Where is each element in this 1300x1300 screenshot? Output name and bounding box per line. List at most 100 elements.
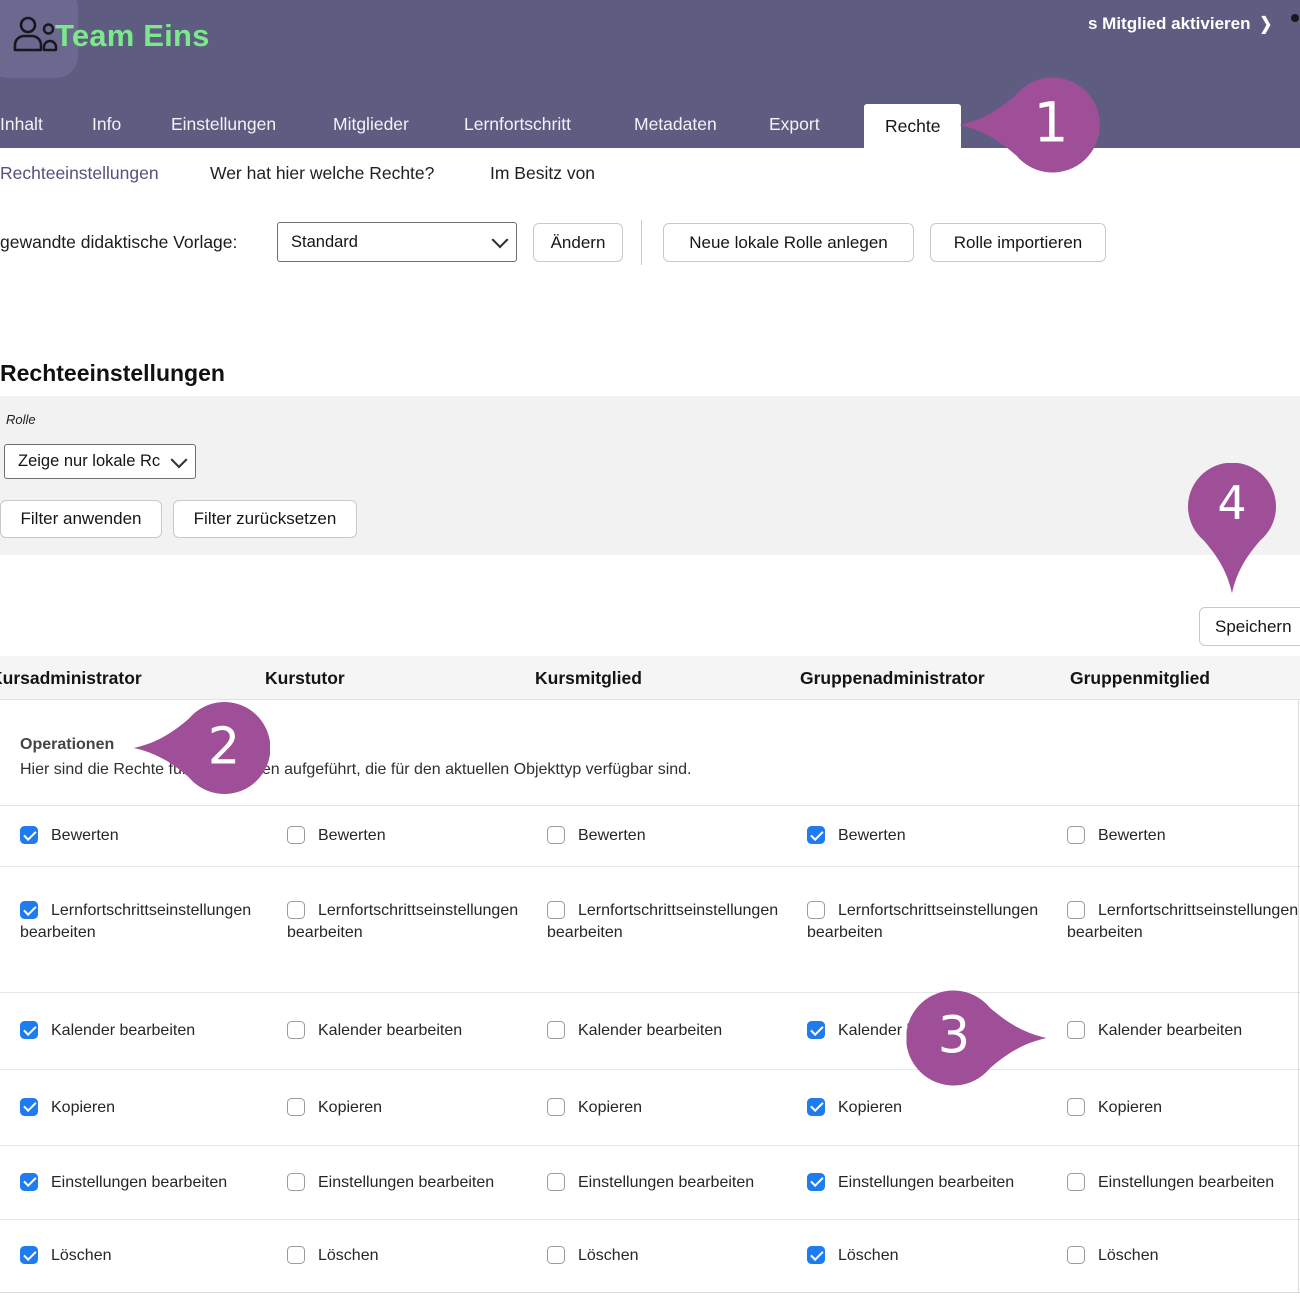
permission-checkbox[interactable] [547,1021,565,1039]
subtab-im-besitz-von[interactable]: Im Besitz von [490,148,595,195]
tab-export[interactable]: Export [769,100,820,148]
annotation-marker-4: 4 [1188,463,1276,595]
save-button[interactable]: Speichern [1199,607,1300,646]
tab-lernfortschritt[interactable]: Lernfortschritt [464,100,571,148]
permission-label: Kopieren [1098,1099,1162,1116]
filter-apply-button[interactable]: Filter anwenden [0,500,162,538]
import-role-button[interactable]: Rolle importieren [930,223,1106,262]
ellipsis-dot-icon[interactable] [1291,14,1299,22]
permission-checkbox[interactable] [807,901,825,919]
permission-label: Löschen [1098,1247,1159,1264]
permission-checkbox[interactable] [287,901,305,919]
permission-checkbox[interactable] [1067,1173,1085,1191]
permission-checkbox[interactable] [20,901,38,919]
column-header-role: Kurstutor [265,656,345,700]
permission-checkbox[interactable] [20,1246,38,1264]
role-filter-label: Rolle [6,412,36,427]
chevron-right-icon: ❯ [1260,0,1273,53]
permission-checkbox[interactable] [1067,1021,1085,1039]
permission-cell: Lernfortschrittseinstellungen bearbeiten [1067,900,1300,944]
tab-rechte[interactable]: Rechte [864,104,961,148]
permission-label: Einstellungen bearbeiten [1098,1174,1274,1191]
permission-label: Einstellungen bearbeiten [51,1174,227,1191]
subtab-wer-hat-rechte[interactable]: Wer hat hier welche Rechte? [210,148,434,195]
permission-checkbox[interactable] [547,1173,565,1191]
column-header-role: Gruppenmitglied [1070,656,1210,700]
tab-inhalt[interactable]: Inhalt [0,100,43,148]
annotation-number: 3 [938,1010,970,1061]
permission-checkbox[interactable] [20,1021,38,1039]
filter-reset-button[interactable]: Filter zurücksetzen [173,500,357,538]
app-header: Team Eins Inhalt Info Einstellungen Mitglie… [0,0,1300,148]
chevron-down-icon [171,451,188,468]
permission-checkbox[interactable] [807,1246,825,1264]
permission-cell: Einstellungen bearbeiten [1067,1172,1300,1194]
permission-checkbox[interactable] [287,1021,305,1039]
permission-checkbox[interactable] [20,1173,38,1191]
permission-cell: Kopieren [547,1097,797,1119]
permission-checkbox[interactable] [807,826,825,844]
table-right-border [1298,700,1299,1293]
tab-mitglieder[interactable]: Mitglieder [333,100,409,148]
divider [641,220,642,265]
permission-checkbox[interactable] [287,826,305,844]
permission-label: Bewerten [838,827,906,844]
permission-label: Kopieren [51,1099,115,1116]
tab-info[interactable]: Info [92,100,121,148]
permission-cell: Kalender bearbeiten [547,1020,797,1042]
permission-label: Kalender bearbeiten [1098,1022,1242,1039]
sub-tabs: Rechteeinstellungen Wer hat hier welche R… [0,148,1300,195]
tab-einstellungen[interactable]: Einstellungen [171,100,276,148]
new-local-role-button[interactable]: Neue lokale Rolle anlegen [663,223,914,262]
permission-checkbox[interactable] [547,826,565,844]
subtab-rechteeinstellungen[interactable]: Rechteeinstellungen [0,148,159,195]
permission-label: Bewerten [578,827,646,844]
permission-checkbox[interactable] [1067,1098,1085,1116]
permission-checkbox[interactable] [20,1098,38,1116]
permission-cell: Löschen [547,1245,797,1267]
permission-label: Löschen [318,1247,379,1264]
permissions-table: BewertenBewertenBewertenBewertenBewerten… [0,806,1300,1293]
permission-checkbox[interactable] [20,826,38,844]
permission-checkbox[interactable] [1067,1246,1085,1264]
permission-cell: Löschen [287,1245,537,1267]
annotation-marker-2: 2 [132,702,270,794]
role-filter-select[interactable]: Zeige nur lokale Rc [4,444,196,479]
permission-checkbox[interactable] [287,1098,305,1116]
role-filter-select-value: Zeige nur lokale Rc [18,445,160,478]
permission-cell: Löschen [20,1245,270,1267]
table-row: LöschenLöschenLöschenLöschenLöschen [0,1220,1300,1293]
permission-cell: Kalender bearbeiten [287,1020,537,1042]
tab-metadaten[interactable]: Metadaten [634,100,717,148]
role-header-row: KursadministratorKurstutorKursmitgliedGr… [0,656,1300,700]
change-button[interactable]: Ändern [533,223,623,262]
page-title: Team Eins [55,18,210,54]
permission-checkbox[interactable] [287,1173,305,1191]
permission-label: Bewerten [1098,827,1166,844]
permission-cell: Lernfortschrittseinstellungen bearbeiten [547,900,797,944]
permission-checkbox[interactable] [1067,901,1085,919]
permission-cell: Kalender bearbeiten [1067,1020,1300,1042]
didactic-template-select-value: Standard [291,223,358,261]
section-heading: Rechteeinstellungen [0,360,225,387]
operations-title: Operationen [20,736,114,754]
nav-action-label: s Mitglied aktivieren [1088,14,1251,33]
permission-cell: Lernfortschrittseinstellungen bearbeiten [807,900,1057,944]
permission-cell: Einstellungen bearbeiten [547,1172,797,1194]
permission-checkbox[interactable] [1067,826,1085,844]
permission-checkbox[interactable] [807,1173,825,1191]
permission-label: Bewerten [318,827,386,844]
permission-checkbox[interactable] [547,901,565,919]
permission-checkbox[interactable] [547,1246,565,1264]
permission-checkbox[interactable] [807,1021,825,1039]
permission-checkbox[interactable] [807,1098,825,1116]
permission-label: Lernfortschrittseinstellungen bearbeiten [1067,902,1298,941]
table-row: KopierenKopierenKopierenKopierenKopieren [0,1070,1300,1146]
permission-label: Kopieren [838,1099,902,1116]
didactic-template-select[interactable]: Standard [277,222,517,262]
permission-label: Kalender bearbeiten [578,1022,722,1039]
permission-checkbox[interactable] [287,1246,305,1264]
activate-as-member-action[interactable]: s Mitglied aktivieren❯ [1088,0,1272,48]
column-header-role: Kursmitglied [535,656,642,700]
permission-checkbox[interactable] [547,1098,565,1116]
